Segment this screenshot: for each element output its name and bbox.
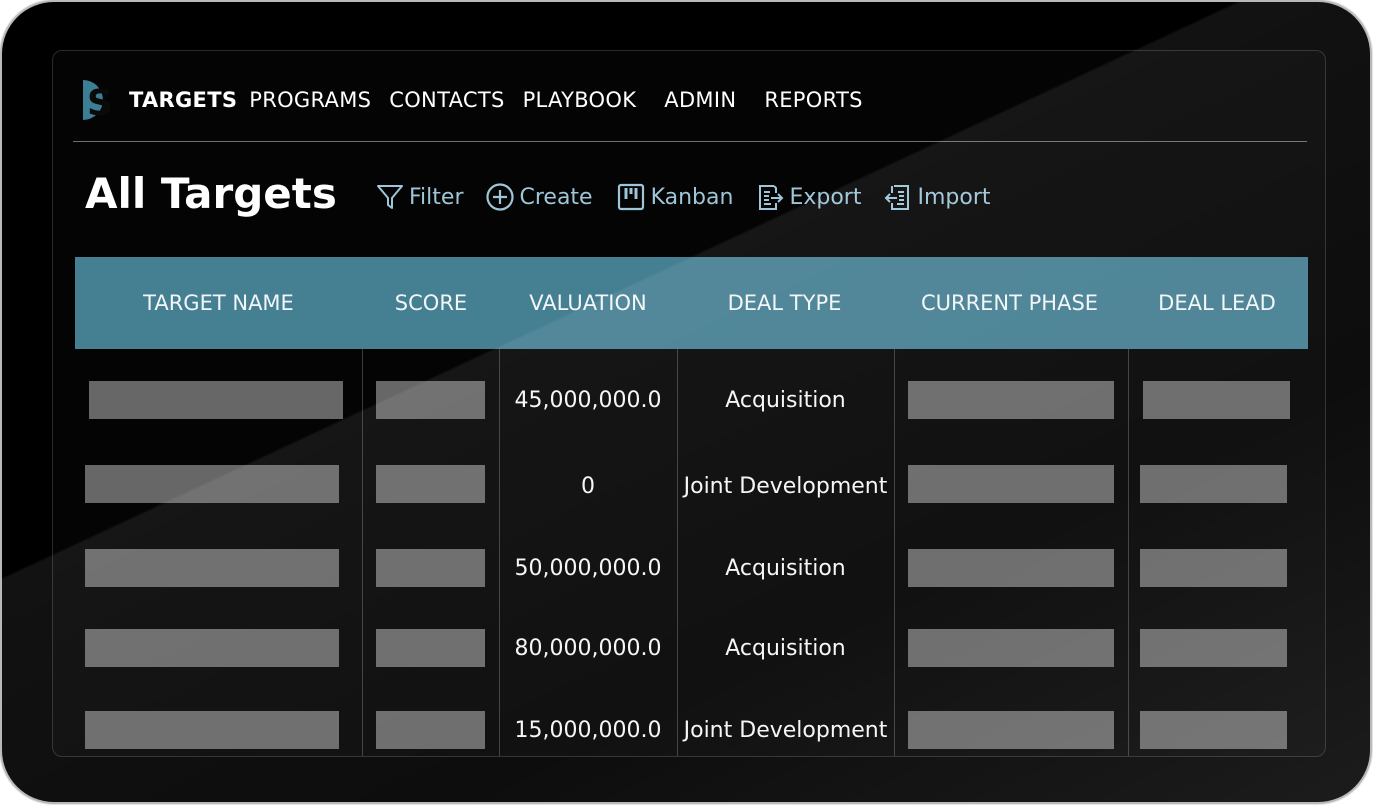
- deal-type-cell: Joint Development: [683, 473, 888, 499]
- column-header-deal-type[interactable]: DEAL TYPE: [676, 291, 893, 315]
- redacted-deal-lead: [1140, 629, 1287, 667]
- redacted-deal-lead: [1143, 381, 1290, 419]
- filter-button[interactable]: Filter: [375, 182, 463, 212]
- nav-item-contacts[interactable]: CONTACTS: [389, 88, 504, 112]
- table-row[interactable]: 15,000,000.0 Joint Development: [75, 687, 1308, 756]
- app-screen: S TARGETS PROGRAMS CONTACTS PLAYBOOK ADM…: [52, 50, 1326, 757]
- redacted-current-phase: [908, 465, 1114, 503]
- column-header-target-name[interactable]: TARGET NAME: [75, 291, 362, 315]
- valuation-cell: 45,000,000.0: [514, 387, 662, 413]
- redacted-score: [376, 381, 485, 419]
- nav-item-admin[interactable]: ADMIN: [664, 88, 736, 112]
- import-button[interactable]: Import: [883, 182, 990, 212]
- nav-item-playbook[interactable]: PLAYBOOK: [523, 88, 637, 112]
- valuation-cell: 80,000,000.0: [514, 635, 662, 661]
- targets-table: TARGET NAME SCORE VALUATION DEAL TYPE CU…: [75, 257, 1308, 756]
- redacted-deal-lead: [1140, 465, 1287, 503]
- redacted-score: [376, 549, 485, 587]
- nav-item-programs[interactable]: PROGRAMS: [249, 88, 371, 112]
- redacted-current-phase: [908, 711, 1114, 749]
- table-row[interactable]: 50,000,000.0 Acquisition: [75, 527, 1308, 609]
- deal-type-cell: Acquisition: [725, 555, 846, 581]
- redacted-score: [376, 465, 485, 503]
- tablet-frame: S TARGETS PROGRAMS CONTACTS PLAYBOOK ADM…: [2, 2, 1370, 802]
- table-header: TARGET NAME SCORE VALUATION DEAL TYPE CU…: [75, 257, 1308, 349]
- column-header-score[interactable]: SCORE: [362, 291, 500, 315]
- redacted-deal-lead: [1140, 549, 1287, 587]
- svg-text:S: S: [87, 83, 111, 122]
- deal-type-cell: Joint Development: [683, 717, 888, 743]
- import-icon: [885, 185, 910, 210]
- filter-label: Filter: [409, 184, 464, 210]
- column-header-deal-lead[interactable]: DEAL LEAD: [1126, 291, 1308, 315]
- redacted-target-name: [85, 711, 339, 749]
- valuation-cell: 50,000,000.0: [514, 555, 662, 581]
- table-row[interactable]: 45,000,000.0 Acquisition: [75, 359, 1308, 441]
- deal-type-cell: Acquisition: [725, 387, 846, 413]
- top-nav: S TARGETS PROGRAMS CONTACTS PLAYBOOK ADM…: [73, 75, 881, 125]
- page-title: All Targets: [85, 169, 337, 218]
- create-button[interactable]: Create: [485, 182, 593, 212]
- import-label: Import: [917, 184, 991, 210]
- redacted-current-phase: [908, 629, 1114, 667]
- export-button[interactable]: Export: [755, 182, 861, 212]
- nav-item-targets[interactable]: TARGETS: [129, 88, 237, 112]
- column-header-current-phase[interactable]: CURRENT PHASE: [893, 291, 1126, 315]
- kanban-button[interactable]: Kanban: [615, 182, 734, 212]
- valuation-cell: 15,000,000.0: [514, 717, 662, 743]
- export-icon: [759, 185, 784, 210]
- kanban-label: Kanban: [650, 184, 734, 210]
- redacted-target-name: [85, 465, 339, 503]
- redacted-target-name: [89, 381, 343, 419]
- table-body: 45,000,000.0 Acquisition 0 Joint Develop…: [75, 349, 1308, 756]
- redacted-deal-lead: [1140, 711, 1287, 749]
- redacted-score: [376, 711, 485, 749]
- export-label: Export: [789, 184, 862, 210]
- redacted-target-name: [85, 629, 339, 667]
- valuation-cell: 0: [581, 473, 595, 499]
- redacted-current-phase: [908, 381, 1114, 419]
- brand-logo-icon[interactable]: S: [73, 78, 111, 122]
- redacted-target-name: [85, 549, 339, 587]
- column-header-valuation[interactable]: VALUATION: [500, 291, 676, 315]
- nav-divider: [73, 141, 1307, 142]
- redacted-score: [376, 629, 485, 667]
- nav-item-reports[interactable]: REPORTS: [764, 88, 862, 112]
- kanban-icon: [617, 183, 644, 211]
- create-label: Create: [519, 184, 593, 210]
- table-row[interactable]: 0 Joint Development: [75, 445, 1308, 527]
- table-row[interactable]: 80,000,000.0 Acquisition: [75, 607, 1308, 689]
- redacted-current-phase: [908, 549, 1114, 587]
- plus-circle-icon: [486, 183, 515, 211]
- toolbar: Filter Create Kanban Export Import: [375, 179, 1012, 215]
- filter-icon: [377, 185, 403, 209]
- deal-type-cell: Acquisition: [725, 635, 846, 661]
